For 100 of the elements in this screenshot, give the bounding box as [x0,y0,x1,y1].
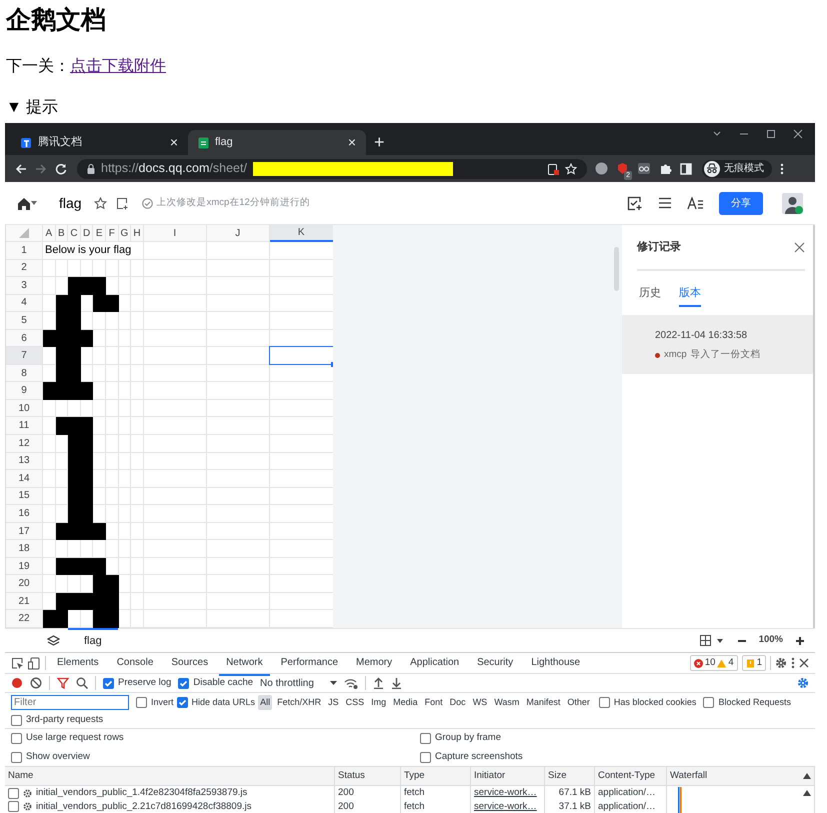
row-header[interactable]: 11 [6,417,43,436]
download-link[interactable]: 点击下载附件 [70,58,166,75]
row-header[interactable]: 5 [6,312,43,330]
row-header[interactable]: 22 [6,610,43,628]
column-header[interactable]: Waterfall [670,768,708,784]
issue-counter[interactable]: 10 4 [690,654,738,672]
column-header[interactable]: Type [401,767,471,785]
type-filter[interactable]: Other [565,694,592,710]
type-filter[interactable]: JS [326,694,341,710]
column-header[interactable]: C [68,225,81,242]
type-filter[interactable]: Doc [448,694,468,710]
row-header[interactable]: 3 [6,277,43,295]
initiator-link[interactable]: service-work… [471,800,545,813]
type-filter[interactable]: All [258,694,272,710]
row-header[interactable]: 10 [6,400,43,418]
checkbox-label[interactable]: Use large request rows [26,731,124,746]
column-header[interactable]: Name [5,767,335,785]
column-header[interactable]: J [206,225,270,242]
checkbox-label[interactable]: Has blocked cookies [614,696,696,710]
row-header[interactable]: 9 [6,382,43,400]
devtools-tab[interactable]: Application [403,650,466,676]
document-title[interactable]: flag [59,192,82,214]
row-header[interactable]: 18 [6,540,43,558]
address-bar[interactable]: https://docs.qq.com/sheet/ [77,158,587,178]
row-header[interactable]: 15 [6,488,43,506]
row-header[interactable]: 20 [6,575,43,593]
devtools-tab[interactable]: Elements [50,650,106,676]
column-header[interactable]: D [80,225,94,242]
version-entry[interactable]: 2022-11-04 16:33:58 xmcp 导入了一份文档 [622,315,813,374]
hint-summary[interactable]: 提示 [26,98,58,118]
column-header[interactable]: G [118,225,132,242]
panel-tab[interactable]: 版本 [679,284,701,307]
column-header[interactable]: Content-Type [595,767,667,785]
initiator-link[interactable]: service-work… [471,786,545,800]
column-header[interactable]: A [43,225,56,242]
row-header[interactable]: 14 [6,470,43,488]
row-header[interactable]: 21 [6,592,43,610]
browser-tab[interactable]: flag × [188,130,366,155]
type-filter[interactable]: Fetch/XHR [275,694,324,710]
row-header[interactable]: 4 [6,294,43,312]
devtools-tab[interactable]: Sources [164,650,216,676]
column-header[interactable]: H [131,225,144,242]
type-filter[interactable]: CSS [344,694,366,710]
column-header[interactable]: E [93,225,106,242]
row-header[interactable]: 8 [6,364,43,382]
devtools-tab[interactable]: Network [219,650,270,676]
checkbox-label[interactable]: Preserve log [118,676,172,690]
browser-tab[interactable]: 腾讯文档 × [10,130,188,155]
row-header[interactable]: 2 [6,260,43,278]
sheet-tab[interactable]: flag [68,628,118,653]
checkbox-label[interactable]: Disable cache [193,676,254,690]
size-cell: 37.1 kB [545,800,595,813]
issues-badge[interactable]: 1 [742,654,766,672]
column-header[interactable]: F [106,225,119,242]
version-user: xmcp [664,348,687,362]
devtools-tab[interactable]: Memory [349,650,400,676]
version-time: 2022-11-04 16:33:58 [655,329,748,343]
row-header[interactable]: 1 [6,242,43,260]
type-filter[interactable]: WS [470,694,490,710]
share-button[interactable]: 分享 [719,192,763,214]
checkbox-label[interactable]: Hide data URLs [192,696,256,710]
checkbox-label[interactable]: Show overview [26,750,90,764]
tab-close-button[interactable]: × [348,132,356,153]
request-name[interactable]: initial_vendors_public_2.21c7d81699428cf38809.js [36,800,252,813]
row-header[interactable]: 13 [6,452,43,470]
grid-cell[interactable]: Below is your flag [43,242,144,260]
checkbox-label[interactable]: Invert [151,696,174,710]
profile-button[interactable]: 无痕模式 [702,160,772,178]
column-header[interactable]: Size [545,767,595,785]
checkbox-label[interactable]: 3rd-party requests [26,712,104,728]
devtools-tab[interactable]: Lighthouse [524,650,588,676]
devtools-tab[interactable]: Security [470,650,520,676]
column-header[interactable]: B [56,225,68,242]
tab-close-button[interactable]: × [170,132,178,153]
row-header[interactable]: 7 [6,347,43,365]
type-filter[interactable]: Font [422,694,445,710]
row-header[interactable]: 17 [6,522,43,540]
type-filter[interactable]: Wasm [492,694,522,710]
disclosure-marker[interactable]: ▼ [6,98,22,118]
row-header[interactable]: 19 [6,558,43,576]
checkbox-label[interactable]: Blocked Requests [718,696,791,710]
type-filter[interactable]: Manifest [524,694,562,710]
row-header[interactable]: 12 [6,435,43,453]
filter-field[interactable]: Filter [11,695,129,710]
checkbox-label[interactable]: Group by frame [435,731,501,746]
column-header[interactable]: Status [335,767,401,785]
row-header[interactable]: 16 [6,505,43,523]
checkbox-label[interactable]: Capture screenshots [435,750,523,764]
devtools-tab[interactable]: Performance [274,650,346,676]
throttling-select[interactable]: No throttling [260,676,337,690]
column-header[interactable]: K [270,225,333,242]
devtools-tab[interactable]: Console [110,650,160,676]
type-filter[interactable]: Img [369,694,388,710]
row-header[interactable]: 6 [6,330,43,348]
panel-tab[interactable]: 历史 [639,284,661,307]
column-header[interactable]: Initiator [471,767,545,785]
column-header[interactable]: I [144,225,207,242]
new-tab-button[interactable]: + [374,132,385,152]
type-filter[interactable]: Media [391,694,420,710]
request-name[interactable]: initial_vendors_public_1.4f2e82304f8fa2593879.js [36,786,248,800]
